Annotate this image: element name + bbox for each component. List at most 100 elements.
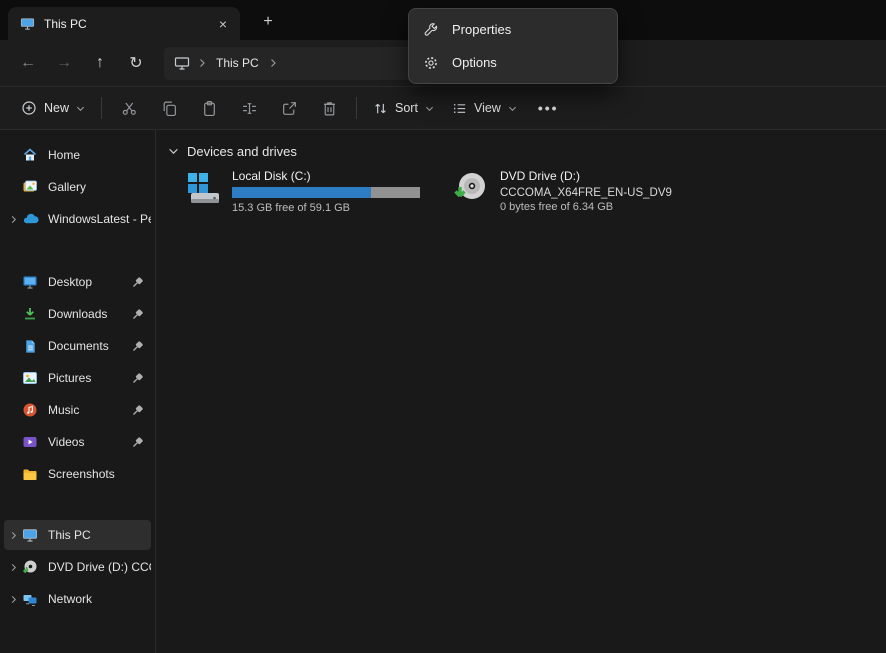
section-title: Devices and drives (187, 144, 297, 159)
sidebar-item-music[interactable]: Music (4, 395, 151, 425)
view-button[interactable]: View (443, 91, 526, 125)
drive-free-space: 0 bytes free of 6.34 GB (500, 201, 672, 213)
share-icon[interactable] (269, 91, 309, 125)
command-toolbar: New Sort View ••• (0, 86, 886, 130)
cut-icon[interactable] (109, 91, 149, 125)
sort-button-label: Sort (395, 101, 418, 115)
dvd-drive-icon (450, 169, 490, 209)
pin-icon (132, 436, 146, 448)
sidebar-item-label: Downloads (48, 307, 132, 321)
tab-this-pc[interactable]: This PC × (8, 7, 240, 40)
drive-tile-local-disk-c[interactable]: Local Disk (C:) 15.3 GB free of 59.1 GB (182, 169, 432, 214)
sidebar-item-label: Network (48, 592, 151, 606)
sidebar-item-label: Home (48, 148, 151, 162)
content-pane: Devices and drives Local Disk (C:) (156, 130, 886, 653)
dvd-disc-icon (21, 558, 39, 576)
see-more-context-menu: Properties Options (408, 8, 618, 84)
sidebar-item-label: Videos (48, 435, 132, 449)
menu-item-options[interactable]: Options (413, 46, 613, 79)
chevron-right-icon[interactable] (5, 563, 21, 572)
breadcrumb-this-pc[interactable]: This PC (214, 56, 261, 70)
forward-icon[interactable]: → (46, 46, 82, 80)
menu-item-label: Properties (452, 22, 511, 37)
pin-icon (132, 276, 146, 288)
sidebar-item-label: Screenshots (48, 467, 151, 481)
sidebar-item-gallery[interactable]: Gallery (4, 172, 151, 202)
sidebar-item-label: DVD Drive (D:) CCC (48, 560, 151, 574)
sidebar-item-home[interactable]: Home (4, 140, 151, 170)
sidebar-item-dvd-drive[interactable]: DVD Drive (D:) CCC (4, 552, 151, 582)
this-pc-monitor-icon (21, 526, 39, 544)
drive-free-space: 15.3 GB free of 59.1 GB (232, 202, 420, 214)
drive-name: DVD Drive (D:) (500, 169, 672, 183)
sidebar-item-label: Music (48, 403, 132, 417)
folder-icon (21, 465, 39, 483)
pictures-icon (21, 369, 39, 387)
chevron-right-icon[interactable] (5, 531, 21, 540)
view-button-label: View (474, 101, 501, 115)
sidebar-item-downloads[interactable]: Downloads (4, 299, 151, 329)
new-tab-button[interactable]: + (256, 11, 280, 33)
sidebar-spacer (0, 236, 155, 267)
drive-tiles: Local Disk (C:) 15.3 GB free of 59.1 GB (168, 169, 886, 214)
chevron-right-icon[interactable] (5, 215, 21, 224)
tab-label: This PC (44, 17, 203, 31)
pin-icon (132, 372, 146, 384)
gallery-icon (21, 178, 39, 196)
chevron-down-icon (76, 104, 85, 113)
pin-icon (132, 404, 146, 416)
delete-icon[interactable] (309, 91, 349, 125)
chevron-down-icon (425, 104, 434, 113)
sidebar-item-label: This PC (48, 528, 151, 542)
onedrive-cloud-icon (21, 210, 39, 228)
options-gear-icon (423, 55, 439, 71)
paste-icon[interactable] (189, 91, 229, 125)
drive-tile-dvd-d[interactable]: DVD Drive (D:) CCCOMA_X64FRE_EN-US_DV9 0… (450, 169, 700, 214)
drive-info: Local Disk (C:) 15.3 GB free of 59.1 GB (232, 169, 420, 214)
desktop-icon (21, 273, 39, 291)
list-view-icon (452, 101, 467, 116)
capacity-bar-fill (232, 187, 371, 198)
navigation-pane: Home Gallery WindowsLatest - Pe Desktop (0, 130, 156, 653)
close-tab-icon[interactable]: × (212, 13, 234, 35)
local-disk-icon (182, 169, 222, 209)
section-devices-and-drives[interactable]: Devices and drives (168, 144, 886, 159)
menu-item-properties[interactable]: Properties (413, 13, 613, 46)
refresh-icon[interactable]: ↻ (118, 46, 154, 80)
menu-item-label: Options (452, 55, 497, 70)
chevron-down-icon (508, 104, 517, 113)
network-icon (21, 590, 39, 608)
pin-icon (132, 340, 146, 352)
back-icon[interactable]: ← (10, 46, 46, 80)
sidebar-item-this-pc[interactable]: This PC (4, 520, 151, 550)
this-pc-monitor-icon (174, 55, 190, 71)
chevron-right-icon[interactable] (5, 595, 21, 604)
sidebar-item-pictures[interactable]: Pictures (4, 363, 151, 393)
sort-button[interactable]: Sort (364, 91, 443, 125)
this-pc-monitor-icon (20, 16, 35, 31)
sidebar-item-network[interactable]: Network (4, 584, 151, 614)
rename-icon[interactable] (229, 91, 269, 125)
new-button[interactable]: New (12, 91, 94, 125)
plus-circle-icon (21, 100, 37, 116)
sidebar-item-documents[interactable]: Documents (4, 331, 151, 361)
music-icon (21, 401, 39, 419)
copy-icon[interactable] (149, 91, 189, 125)
sidebar-item-desktop[interactable]: Desktop (4, 267, 151, 297)
sidebar-item-screenshots[interactable]: Screenshots (4, 459, 151, 489)
capacity-bar (232, 187, 420, 198)
toolbar-divider (356, 97, 357, 119)
chevron-right-icon[interactable] (268, 58, 278, 68)
drive-info: DVD Drive (D:) CCCOMA_X64FRE_EN-US_DV9 0… (500, 169, 672, 214)
up-icon[interactable]: ↑ (82, 46, 118, 80)
see-more-button[interactable]: ••• (526, 91, 571, 125)
sidebar-spacer (0, 491, 155, 520)
chevron-down-icon[interactable] (168, 146, 179, 157)
sidebar-item-onedrive[interactable]: WindowsLatest - Pe (4, 204, 151, 234)
documents-icon (21, 337, 39, 355)
volume-label: CCCOMA_X64FRE_EN-US_DV9 (500, 187, 672, 199)
sidebar-item-videos[interactable]: Videos (4, 427, 151, 457)
drive-name: Local Disk (C:) (232, 169, 420, 183)
chevron-right-icon (197, 58, 207, 68)
home-icon (21, 146, 39, 164)
